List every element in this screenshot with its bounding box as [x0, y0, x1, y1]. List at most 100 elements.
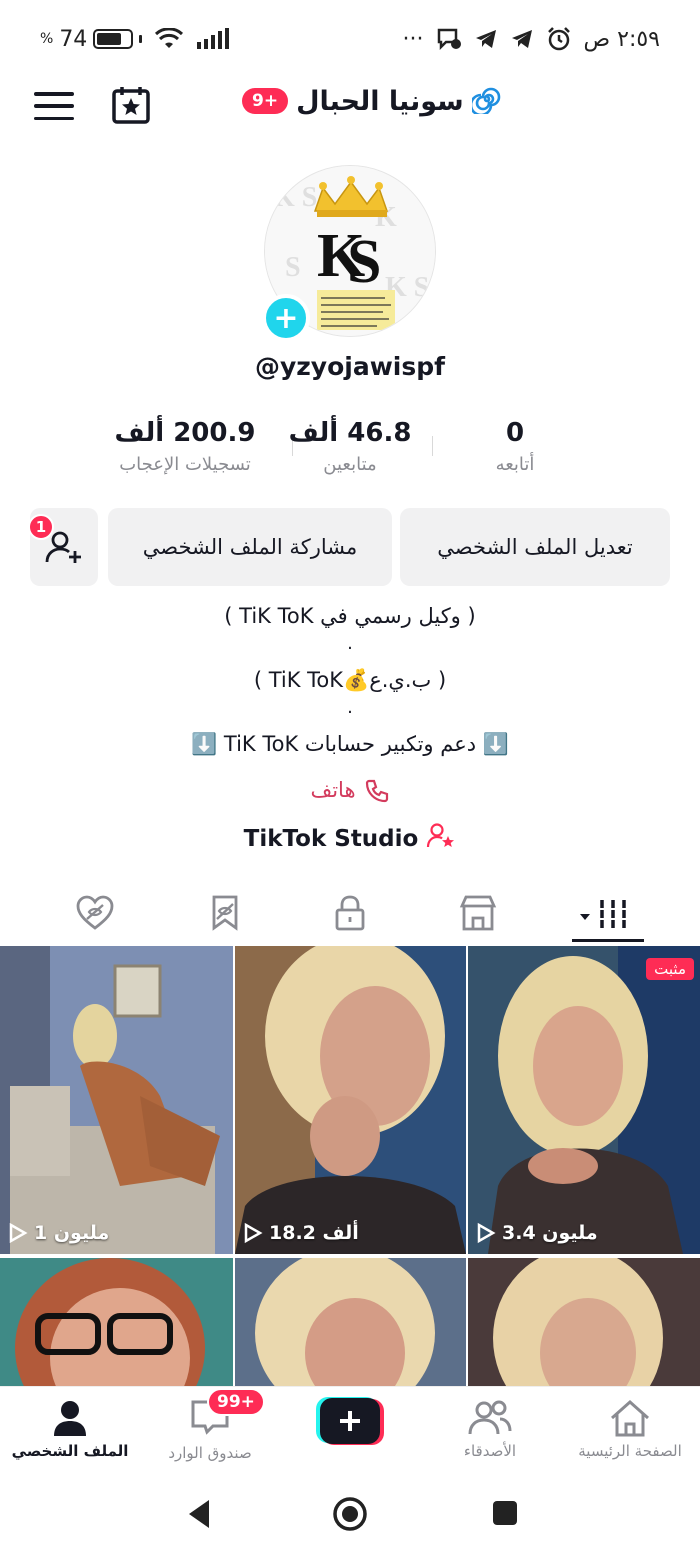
video-views: 1 مليون: [8, 1222, 109, 1244]
add-friends-badge: 1: [28, 514, 54, 540]
likes-count: 200.9 ألف: [114, 418, 256, 448]
video-tile[interactable]: 1 مليون: [0, 946, 233, 1254]
nav-friends-label: الأصدقاء: [463, 1442, 517, 1460]
video-tile[interactable]: [468, 1258, 700, 1386]
tab-private[interactable]: [325, 888, 375, 938]
svg-text:K S: K S: [273, 182, 317, 213]
phone-link[interactable]: هاتف: [0, 778, 700, 809]
svg-text:S: S: [285, 252, 301, 283]
bio-line-1: ( وكيل رسمي في TiK ToK ): [224, 604, 476, 628]
tab-liked[interactable]: [70, 888, 120, 938]
play-icon: [244, 1222, 263, 1244]
system-home-button[interactable]: [332, 1496, 368, 1536]
video-thumbnail: [468, 946, 700, 1254]
nav-inbox[interactable]: 99+ صندوق الوارد: [140, 1387, 280, 1471]
video-thumbnail: [468, 1258, 700, 1386]
video-tile[interactable]: مثبت 3.4 مليون: [468, 946, 700, 1254]
status-right: ··· ٢:٥٩ ص: [403, 26, 660, 52]
profile-header: 9+ سونيا الحبال: [0, 78, 700, 136]
play-icon: [477, 1222, 496, 1244]
hidden-heart-icon: [76, 895, 114, 930]
video-views-count: 1 مليون: [34, 1222, 110, 1244]
alarm-icon: [546, 26, 572, 52]
status-bar: % 74 ··· ٢:٥٩ ص: [0, 0, 700, 78]
nav-home[interactable]: الصفحة الرئيسية: [560, 1387, 700, 1471]
tab-shop[interactable]: [453, 888, 503, 938]
nav-inbox-label: صندوق الوارد: [168, 1444, 252, 1462]
system-nav-bar: [0, 1470, 700, 1557]
profile-actions: 1 مشاركة الملف الشخصي تعديل الملف الشخصي: [28, 508, 670, 586]
account-title[interactable]: 9+ سونيا الحبال: [242, 84, 502, 118]
video-grid-icon: [580, 900, 628, 928]
add-avatar-button[interactable]: +: [262, 294, 310, 342]
svg-text:S: S: [347, 228, 381, 296]
shop-icon: [459, 895, 497, 931]
video-thumbnail: [235, 946, 466, 1254]
followers-label: متابعين: [323, 454, 377, 475]
create-button[interactable]: [316, 1397, 384, 1445]
calendar-star-icon: [112, 87, 150, 124]
nav-profile-label: الملف الشخصي: [11, 1442, 129, 1460]
inbox-badge: 99+: [207, 1388, 265, 1416]
lock-icon: [335, 895, 365, 931]
stat-followers[interactable]: 46.8 ألف متابعين: [265, 418, 435, 475]
active-tab-indicator: [572, 939, 644, 942]
create-plus-icon: [316, 1397, 384, 1445]
bio-line-2: ( ب.ي.ع💰TiK ToK ): [253, 668, 447, 692]
video-tile[interactable]: [0, 1258, 233, 1386]
tab-favorites[interactable]: [200, 888, 250, 938]
pinned-badge: مثبت: [646, 958, 694, 980]
battery-indicator: % 74: [40, 26, 143, 52]
wifi-icon: [154, 28, 184, 50]
battery-percent-sign: %: [40, 31, 54, 47]
title-notification-badge: 9+: [242, 88, 289, 114]
account-name: سونيا الحبال: [296, 85, 464, 117]
bio-dot-2: .: [347, 697, 353, 718]
signal-icon: [196, 28, 230, 50]
video-grid: مثبت 3.4 مليون 18.2 ألف 1 مليون: [0, 946, 700, 1386]
username: @yzyojawispf: [254, 352, 446, 381]
edit-profile-button[interactable]: تعديل الملف الشخصي: [400, 508, 670, 586]
menu-button[interactable]: [34, 88, 74, 124]
battery-percent: 74: [59, 26, 88, 52]
video-views-count: 18.2 ألف: [269, 1222, 359, 1244]
nav-friends[interactable]: الأصدقاء: [420, 1387, 560, 1471]
bottom-nav: الصفحة الرئيسية الأصدقاء 99+ صندوق الوار…: [0, 1386, 700, 1470]
followers-count: 46.8 ألف: [288, 418, 412, 448]
add-friends-button[interactable]: 1: [28, 508, 98, 586]
calendar-star-button[interactable]: [110, 84, 152, 130]
following-label: أتابعه: [495, 454, 535, 475]
home-circle-icon: [333, 1497, 367, 1531]
stat-likes[interactable]: 200.9 ألف تسجيلات الإعجاب: [100, 418, 270, 475]
hidden-bookmark-icon: [212, 895, 238, 931]
status-left: % 74: [40, 27, 230, 52]
stat-following[interactable]: 0 أتابعه: [430, 418, 600, 475]
system-back-button[interactable]: [185, 1498, 213, 1534]
video-tile[interactable]: [235, 1258, 466, 1386]
nav-home-label: الصفحة الرئيسية: [578, 1442, 682, 1460]
video-views: 3.4 مليون: [476, 1222, 598, 1244]
messenger-icon: [436, 27, 462, 51]
system-recents-button[interactable]: [490, 1498, 520, 1532]
home-icon: [611, 1399, 649, 1437]
video-tile[interactable]: 18.2 ألف: [235, 946, 466, 1254]
battery-icon: [93, 29, 134, 49]
phone-icon: [364, 778, 390, 809]
phone-label: هاتف: [310, 778, 356, 802]
play-icon: [9, 1222, 28, 1244]
tab-videos[interactable]: [578, 888, 638, 938]
video-views: 18.2 ألف: [243, 1222, 359, 1244]
video-thumbnail: [0, 1258, 233, 1386]
friends-icon: [468, 1400, 512, 1435]
nav-profile[interactable]: الملف الشخصي: [0, 1387, 140, 1471]
bio-line-3: ⬇️ دعم وتكبير حسابات TiK ToK ⬇️: [191, 732, 509, 756]
more-dots: ···: [402, 26, 424, 52]
following-count: 0: [505, 418, 525, 448]
video-thumbnail: [235, 1258, 466, 1386]
plus-icon: +: [273, 300, 299, 336]
tiktok-studio-link[interactable]: TikTok Studio: [0, 822, 700, 856]
recents-square-icon: [493, 1501, 517, 1525]
share-profile-button[interactable]: مشاركة الملف الشخصي: [108, 508, 392, 586]
profile-stats: 200.9 ألف تسجيلات الإعجاب 46.8 ألف متابع…: [100, 418, 560, 484]
telegram-icon: [474, 28, 498, 50]
